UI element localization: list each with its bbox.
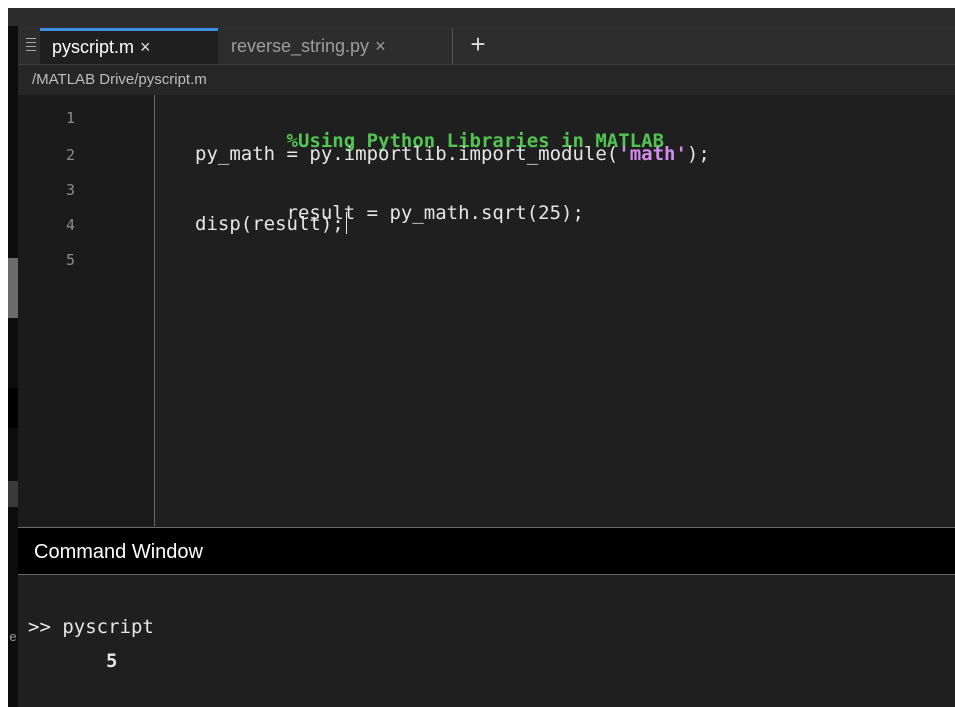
line-number: 5 <box>66 251 76 269</box>
code-line-2: py_math = py.importlib.import_module('ma… <box>195 142 710 166</box>
command-window-title: Command Window <box>18 527 955 575</box>
window-top-strip <box>8 8 955 26</box>
line-number-gutter: 1 2 3 4 5 <box>18 95 155 526</box>
tab-label: reverse_string.py <box>231 35 370 56</box>
code-string: 'math' <box>618 143 687 165</box>
rail-panel-marker-lower <box>8 481 18 507</box>
tab-reverse-string[interactable]: reverse_string.py × <box>219 28 453 64</box>
editor-panel: pyscript.m × reverse_string.py × + /MATL… <box>18 26 955 526</box>
matlab-online-window: e pyscript.m × reverse_string.py × + /MA… <box>8 8 955 707</box>
file-path-breadcrumb: /MATLAB Drive/pyscript.m <box>18 65 955 95</box>
add-tab-icon[interactable]: + <box>464 29 492 59</box>
line-number: 3 <box>66 181 76 199</box>
editor-tab-bar: pyscript.m × reverse_string.py × + <box>18 26 955 65</box>
line-number: 1 <box>66 109 76 127</box>
line-number: 4 <box>66 216 76 234</box>
code-line-4: disp(result); <box>195 212 347 236</box>
rail-scroll-thumb[interactable] <box>8 258 18 318</box>
command-output: 5 <box>106 650 118 672</box>
line-number: 2 <box>66 146 76 164</box>
code-line-1: %Using Python Libraries in MATLAB <box>195 105 665 177</box>
close-icon[interactable]: × <box>375 36 386 57</box>
rail-panel-marker <box>8 388 18 428</box>
tab-pyscript[interactable]: pyscript.m × <box>40 28 218 64</box>
code-text: py_math = py.importlib.import_module( <box>195 143 619 165</box>
code-text: ); <box>686 143 710 165</box>
code-editor[interactable]: %Using Python Libraries in MATLAB py_mat… <box>155 95 955 526</box>
text-cursor <box>345 212 347 234</box>
code-text: disp(result); <box>195 213 344 235</box>
tab-label: pyscript.m <box>52 37 135 57</box>
left-side-rail: e <box>8 26 18 707</box>
close-icon[interactable]: × <box>140 37 151 58</box>
tab-menu-icon[interactable] <box>26 38 36 52</box>
rail-truncated-text: e <box>9 629 17 644</box>
command-prompt-line: >> pyscript <box>28 616 154 638</box>
command-window[interactable]: >> pyscript 5 <box>18 575 955 707</box>
